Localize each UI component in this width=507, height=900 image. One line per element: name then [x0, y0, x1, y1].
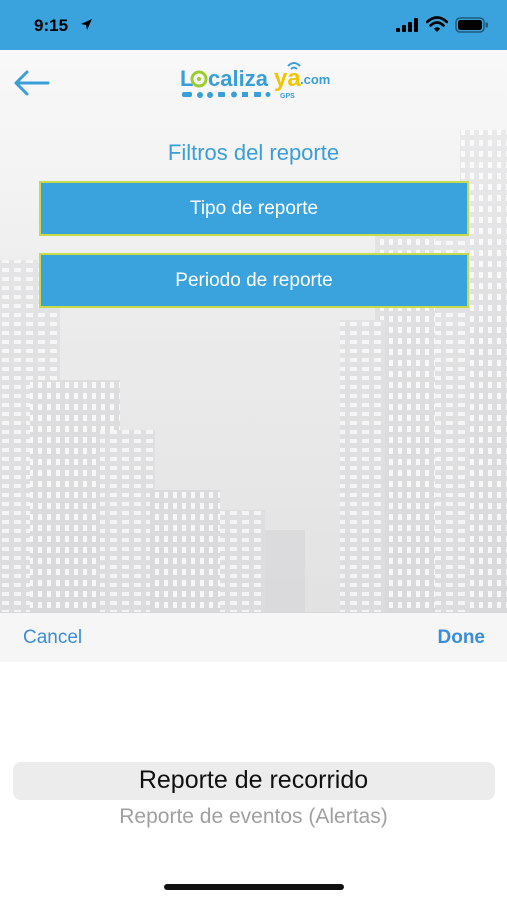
filters-title: Filtros del reporte [167, 140, 340, 165]
status-bar: 9:15 [0, 0, 507, 50]
location-arrow-icon [81, 19, 92, 30]
svg-text:caliza: caliza [208, 66, 269, 91]
report-type-picker[interactable]: Reporte de recorrido Reporte de eventos … [0, 662, 507, 900]
back-button[interactable] [12, 68, 52, 98]
svg-text:ya: ya [274, 65, 301, 92]
wifi-icon [426, 16, 448, 32]
cancel-button[interactable]: Cancel [23, 627, 82, 649]
report-period-button[interactable]: Periodo de reporte [39, 253, 469, 308]
main-content: L caliza ya .com GPS Filtros del reporte… [0, 50, 507, 612]
home-indicator [164, 884, 344, 890]
svg-text:.com: .com [300, 72, 330, 87]
localizaya-logo: L caliza ya .com GPS [180, 62, 330, 100]
svg-text:GPS: GPS [280, 93, 295, 100]
battery-icon [455, 17, 488, 33]
city-skyline-background [0, 50, 507, 612]
picker-option[interactable]: Reporte de eventos (Alertas) [0, 805, 507, 829]
picker-option-selected[interactable]: Reporte de recorrido [0, 766, 507, 795]
cellular-signal-icon [396, 18, 418, 32]
status-time: 9:15 [34, 16, 69, 35]
done-button[interactable]: Done [438, 627, 486, 649]
report-type-button[interactable]: Tipo de reporte [39, 181, 469, 236]
arrow-left-icon [14, 70, 50, 96]
picker-toolbar: Cancel Done [0, 612, 507, 662]
